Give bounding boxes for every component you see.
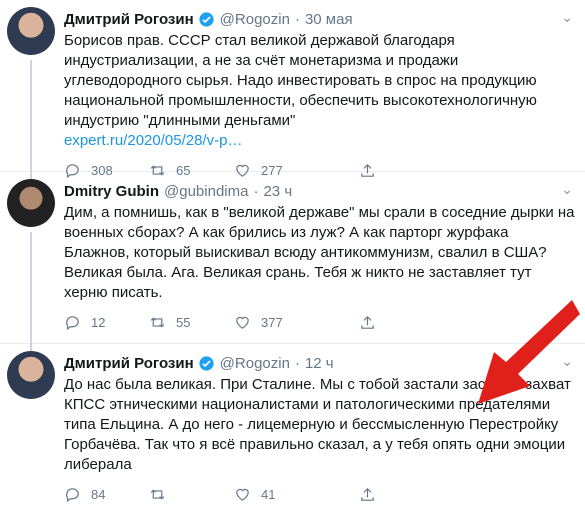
tweet-text: До нас была великая. При Сталине. Мы с т…: [64, 376, 571, 473]
share-button[interactable]: [359, 486, 386, 503]
thread-line: [30, 344, 32, 351]
tweet-text: Борисов прав. СССР стал великой державой…: [64, 31, 577, 151]
author-handle[interactable]: @Rogozin: [220, 355, 290, 372]
thread-line: [30, 172, 32, 179]
tweet-time[interactable]: 12 ч: [305, 355, 334, 372]
separator-dot: ·: [253, 182, 259, 200]
verified-badge-icon: [198, 11, 215, 28]
avatar[interactable]: [7, 179, 55, 227]
author-handle[interactable]: @gubindima: [164, 183, 248, 200]
tweet-time[interactable]: 23 ч: [263, 183, 292, 200]
tweet-text: Дим, а помнишь, как в "великой державе" …: [64, 204, 575, 301]
reply-icon: [66, 315, 79, 330]
separator-dot: ·: [294, 354, 300, 372]
reply-count: 84: [91, 486, 106, 502]
verified-badge-icon: [198, 355, 215, 372]
heart-icon: [236, 488, 249, 501]
thread-line: [30, 60, 32, 172]
author-name[interactable]: Дмитрий Рогозин: [64, 11, 194, 28]
tweet-2[interactable]: Dmitry Gubin @gubindima · 23 ч ⌄ Дим, а …: [0, 172, 585, 344]
retweet-button[interactable]: [149, 486, 234, 503]
author-name[interactable]: Дмитрий Рогозин: [64, 355, 194, 372]
tweet-1[interactable]: Дмитрий Рогозин @Rogozin · 30 мая ⌄ Бори…: [0, 0, 585, 178]
like-button[interactable]: 41: [234, 486, 319, 503]
avatar[interactable]: [7, 7, 55, 55]
author-handle[interactable]: @Rogozin: [220, 11, 290, 28]
like-count: 41: [261, 486, 276, 502]
tweet-link[interactable]: expert.ru/2020/05/28/v-p…: [64, 132, 242, 149]
tweet-time[interactable]: 30 мая: [305, 11, 353, 28]
tweet-3[interactable]: Дмитрий Рогозин @Rogozin · 12 ч ⌄ До нас…: [0, 344, 585, 516]
reply-button[interactable]: 84: [64, 486, 149, 503]
separator-dot: ·: [294, 10, 300, 28]
author-name[interactable]: Dmitry Gubin: [64, 183, 159, 200]
reply-button[interactable]: 12: [64, 314, 149, 331]
share-button[interactable]: [359, 314, 386, 331]
avatar[interactable]: [7, 351, 55, 399]
retweet-count: 55: [176, 314, 191, 330]
tweet-actions: 84 41: [64, 483, 577, 505]
share-icon: [361, 487, 374, 501]
tweet-actions: 12 55 377: [64, 311, 577, 333]
thread-line: [30, 232, 32, 344]
reply-count: 12: [91, 314, 106, 330]
chevron-down-icon[interactable]: ⌄: [561, 9, 573, 26]
chevron-down-icon[interactable]: ⌄: [561, 353, 573, 370]
chevron-down-icon[interactable]: ⌄: [561, 181, 573, 198]
share-icon: [361, 315, 374, 329]
retweet-icon: [150, 488, 165, 500]
like-button[interactable]: 377: [234, 314, 319, 331]
heart-icon: [236, 316, 249, 329]
reply-icon: [66, 487, 79, 502]
retweet-icon: [150, 316, 165, 328]
tweet-text-body: Борисов прав. СССР стал великой державой…: [64, 32, 537, 129]
retweet-button[interactable]: 55: [149, 314, 234, 331]
like-count: 377: [261, 314, 283, 330]
